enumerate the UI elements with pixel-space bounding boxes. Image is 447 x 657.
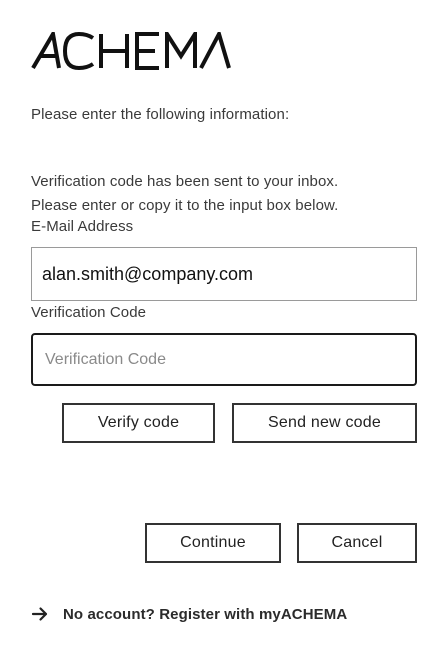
register-link-label: No account? Register with myACHEMA	[63, 605, 348, 623]
arrow-right-icon	[31, 605, 49, 623]
notice-line: Verification code has been sent to your …	[31, 173, 339, 190]
verification-notice: Verification code has been sent to your …	[31, 170, 421, 218]
notice-line: Please enter or copy it to the input box…	[31, 197, 339, 214]
email-field[interactable]	[31, 247, 417, 301]
continue-button[interactable]: Continue	[145, 523, 281, 563]
send-new-code-button[interactable]: Send new code	[232, 403, 417, 443]
cancel-button[interactable]: Cancel	[297, 523, 417, 563]
intro-text: Please enter the following information:	[31, 106, 290, 123]
achema-logo-mark	[31, 32, 231, 70]
verification-code-input[interactable]	[31, 333, 417, 386]
register-link[interactable]: No account? Register with myACHEMA	[31, 605, 347, 623]
achema-logo	[31, 32, 231, 70]
verification-code-label: Verification Code	[31, 304, 147, 321]
email-label: E-Mail Address	[31, 218, 134, 235]
verify-code-button[interactable]: Verify code	[62, 403, 215, 443]
